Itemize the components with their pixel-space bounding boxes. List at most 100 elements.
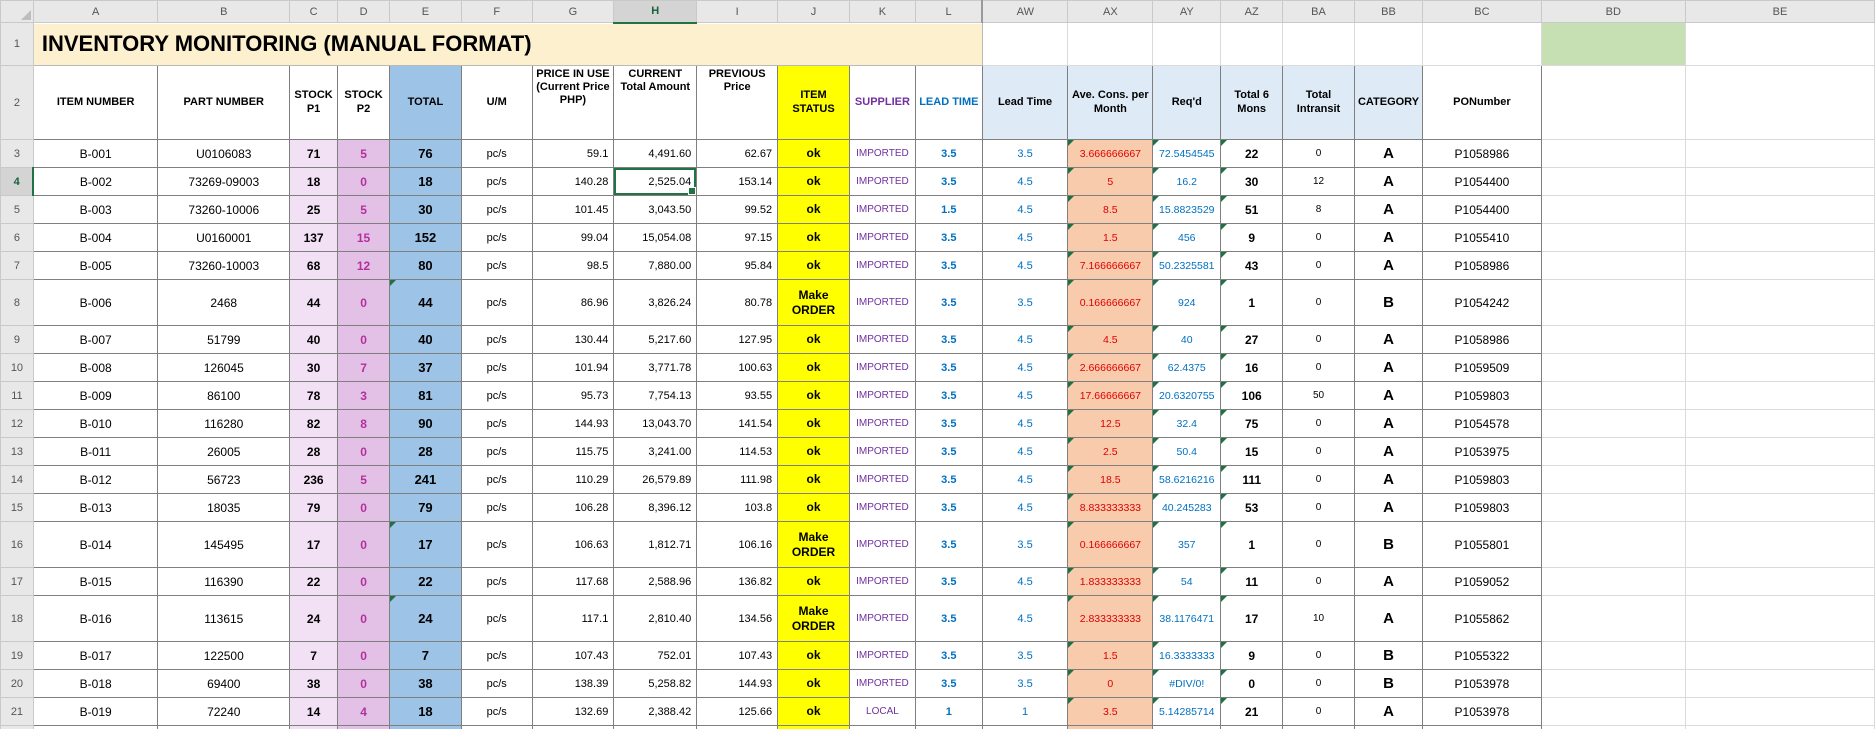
cell-AW7[interactable]: 4.5 [981,251,1069,280]
cell-B11[interactable]: 86100 [157,381,291,410]
cell-AY10[interactable]: 62.4375 [1152,353,1222,382]
row-header-18[interactable]: 18 [0,595,34,642]
cell-BB16[interactable]: B [1353,521,1424,568]
cell-BE21[interactable] [1684,697,1875,726]
cell-AY17[interactable]: 54 [1152,567,1222,596]
col-title-stock_p1[interactable]: STOCK P1 [289,65,339,140]
cell-BA8[interactable]: 0 [1282,279,1355,326]
cell-AX14[interactable]: 18.5 [1067,465,1154,494]
cell-K21[interactable]: LOCAL [848,697,916,726]
cell-H11[interactable]: 7,754.13 [613,381,698,410]
cell-J9[interactable]: ok [777,325,850,354]
cell-AX10[interactable]: 2.666666667 [1067,353,1154,382]
cell-AZ22[interactable] [1220,725,1284,729]
cell-F19[interactable]: pc/s [460,641,533,670]
cell-H12[interactable]: 13,043.70 [613,409,698,438]
cell-B8[interactable]: 2468 [157,279,291,326]
cell-D17[interactable]: 0 [337,567,391,596]
cell-K8[interactable]: IMPORTED [848,279,916,326]
cell-AZ7[interactable]: 43 [1220,251,1284,280]
cell-BD18[interactable] [1540,595,1686,642]
row-header-13[interactable]: 13 [0,437,34,466]
cell-BC12[interactable]: P1054578 [1422,409,1542,438]
col-header-K[interactable]: K [848,0,916,23]
cell-E22[interactable] [389,725,462,729]
cell-G13[interactable]: 115.75 [531,437,615,466]
cell-G14[interactable]: 110.29 [531,465,615,494]
cell-BC13[interactable]: P1053975 [1422,437,1542,466]
cell-AZ4[interactable]: 30 [1220,167,1284,196]
cell-AW19[interactable]: 3.5 [981,641,1069,670]
cell-D6[interactable]: 15 [337,223,391,252]
cell-AX1[interactable] [1067,22,1154,66]
cell-A9[interactable]: B-007 [32,325,159,354]
cell-BB9[interactable]: A [1353,325,1424,354]
cell-E10[interactable]: 37 [389,353,462,382]
cell-J18[interactable]: Make ORDER [777,595,850,642]
row-header-11[interactable]: 11 [0,381,34,410]
cell-F14[interactable]: pc/s [460,465,533,494]
cell-G8[interactable]: 86.96 [531,279,615,326]
cell-E11[interactable]: 81 [389,381,462,410]
cell-C16[interactable]: 17 [289,521,339,568]
cell-I20[interactable]: 144.93 [696,669,779,698]
cell-H19[interactable]: 752.01 [613,641,698,670]
cell-BC11[interactable]: P1059803 [1422,381,1542,410]
col-header-A[interactable]: A [32,0,159,23]
col-header-L[interactable]: L [914,0,983,23]
cell-L18[interactable]: 3.5 [914,595,983,642]
cell-C7[interactable]: 68 [289,251,339,280]
cell-I10[interactable]: 100.63 [696,353,779,382]
cell-BD2[interactable] [1540,65,1686,140]
cell-AY16[interactable]: 357 [1152,521,1222,568]
cell-BE4[interactable] [1684,167,1875,196]
cell-AW16[interactable]: 3.5 [981,521,1069,568]
cell-BD14[interactable] [1540,465,1686,494]
cell-AY4[interactable]: 16.2 [1152,167,1222,196]
cell-L3[interactable]: 3.5 [914,139,983,168]
cell-BE15[interactable] [1684,493,1875,522]
cell-BC10[interactable]: P1059509 [1422,353,1542,382]
cell-AY21[interactable]: 5.14285714 [1152,697,1222,726]
cell-AY1[interactable] [1152,22,1222,66]
cell-AZ19[interactable]: 9 [1220,641,1284,670]
cell-B12[interactable]: 116280 [157,409,291,438]
cell-G11[interactable]: 95.73 [531,381,615,410]
cell-L6[interactable]: 3.5 [914,223,983,252]
cell-I8[interactable]: 80.78 [696,279,779,326]
row-header-20[interactable]: 20 [0,669,34,698]
cell-H18[interactable]: 2,810.40 [613,595,698,642]
cell-J10[interactable]: ok [777,353,850,382]
cell-I6[interactable]: 97.15 [696,223,779,252]
cell-C6[interactable]: 137 [289,223,339,252]
cell-C17[interactable]: 22 [289,567,339,596]
cell-F4[interactable]: pc/s [460,167,533,196]
cell-A17[interactable]: B-015 [32,567,159,596]
cell-B15[interactable]: 18035 [157,493,291,522]
cell-C9[interactable]: 40 [289,325,339,354]
cell-BA5[interactable]: 8 [1282,195,1355,224]
cell-BE11[interactable] [1684,381,1875,410]
row-header-21[interactable]: 21 [0,697,34,726]
cell-F17[interactable]: pc/s [460,567,533,596]
cell-I19[interactable]: 107.43 [696,641,779,670]
cell-C19[interactable]: 7 [289,641,339,670]
cell-I4[interactable]: 153.14 [696,167,779,196]
cell-H4[interactable]: 2,525.04 [613,167,698,196]
cell-BE17[interactable] [1684,567,1875,596]
cell-D21[interactable]: 4 [337,697,391,726]
cell-G22[interactable] [531,725,615,729]
cell-L7[interactable]: 3.5 [914,251,983,280]
cell-BD9[interactable] [1540,325,1686,354]
cell-L9[interactable]: 3.5 [914,325,983,354]
cell-AW1[interactable] [981,22,1069,66]
cell-H16[interactable]: 1,812.71 [613,521,698,568]
col-header-AX[interactable]: AX [1067,0,1154,23]
cell-B14[interactable]: 56723 [157,465,291,494]
cell-L19[interactable]: 3.5 [914,641,983,670]
cell-B10[interactable]: 126045 [157,353,291,382]
col-header-BC[interactable]: BC [1422,0,1542,23]
col-title-stock_p2[interactable]: STOCK P2 [337,65,391,140]
cell-J12[interactable]: ok [777,409,850,438]
cell-K9[interactable]: IMPORTED [848,325,916,354]
